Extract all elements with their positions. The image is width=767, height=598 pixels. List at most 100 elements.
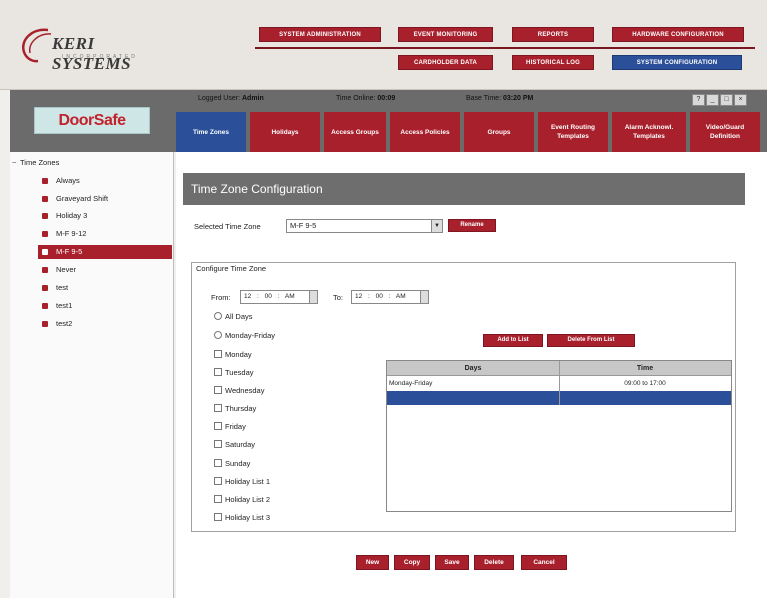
tab-event-routing-templates[interactable]: Event Routing Templates	[538, 112, 610, 152]
option-label: Monday-Friday	[225, 331, 276, 340]
new-button[interactable]: New	[356, 555, 389, 570]
time-zone-icon	[42, 303, 48, 309]
option-holiday-list-2[interactable]: Holiday List 2	[214, 494, 270, 506]
radio-button[interactable]	[214, 331, 222, 339]
option-friday[interactable]: Friday	[214, 421, 246, 433]
checkbox[interactable]	[214, 404, 222, 412]
tree-item-test[interactable]: test	[38, 281, 172, 295]
tree-item-mf-9-5[interactable]: M-F 9-5	[38, 245, 172, 259]
cell-time	[559, 391, 731, 405]
option-wednesday[interactable]: Wednesday	[214, 385, 264, 397]
tree-item-mf-9-12[interactable]: M-F 9-12	[38, 227, 172, 241]
option-holiday-list-1[interactable]: Holiday List 1	[214, 476, 270, 488]
company-logo: KERI SYSTEMS INCORPORATED	[18, 26, 168, 73]
radio-button[interactable]	[214, 312, 222, 320]
checkbox[interactable]	[214, 459, 222, 467]
tree-item-label: Always	[56, 176, 80, 185]
to-time-spinner-icon[interactable]	[420, 291, 428, 303]
option-monday-friday[interactable]: Monday-Friday	[214, 330, 275, 342]
tab-video-guard-definition[interactable]: Video/Guard Definition	[690, 112, 762, 152]
delete-from-list-button[interactable]: Delete From List	[547, 334, 635, 347]
time-zone-icon	[42, 249, 48, 255]
chevron-down-icon[interactable]: ▼	[431, 220, 442, 232]
from-time-input[interactable]: 12 : 00 : AM	[240, 290, 318, 304]
checkbox[interactable]	[214, 513, 222, 521]
tree-item-label: test	[56, 283, 69, 292]
option-all-days[interactable]: All Days	[214, 311, 253, 323]
cardholder-data-button[interactable]: CARDHOLDER DATA	[398, 55, 493, 70]
tab-time-zones[interactable]: Time Zones	[176, 112, 248, 152]
time-zone-icon	[42, 213, 48, 219]
event-monitoring-button[interactable]: EVENT MONITORING	[398, 27, 493, 42]
tab-alarm-acknowledge-templates[interactable]: Alarm Acknowl. Templates	[612, 112, 688, 152]
checkbox[interactable]	[214, 495, 222, 503]
time-zone-icon	[42, 231, 48, 237]
time-online-value: 00:09	[377, 95, 396, 102]
add-to-list-button[interactable]: Add to List	[483, 334, 543, 347]
checkbox[interactable]	[214, 422, 222, 430]
selected-time-zone-value: M-F 9-5	[290, 221, 317, 230]
option-sunday[interactable]: Sunday	[214, 458, 250, 470]
close-icon[interactable]: ×	[734, 94, 747, 106]
column-header-days[interactable]: Days	[387, 361, 559, 376]
checkbox[interactable]	[214, 477, 222, 485]
selected-time-zone-select[interactable]: M-F 9-5 ▼	[286, 219, 443, 233]
time-online-status: Time Online: 00:09	[336, 95, 395, 102]
from-time-spinner-icon[interactable]	[309, 291, 317, 303]
checkbox[interactable]	[214, 368, 222, 376]
time-online-label: Time Online:	[336, 95, 376, 102]
system-configuration-button[interactable]: SYSTEM CONFIGURATION	[612, 55, 742, 70]
checkbox[interactable]	[214, 440, 222, 448]
from-label: From:	[211, 293, 231, 302]
historical-log-button[interactable]: HISTORICAL LOG	[512, 55, 594, 70]
tab-access-groups[interactable]: Access Groups	[324, 112, 388, 152]
logged-user-label: Logged User:	[198, 95, 241, 102]
option-thursday[interactable]: Thursday	[214, 403, 256, 415]
tree-item-test2[interactable]: test2	[38, 317, 172, 331]
option-monday[interactable]: Monday	[214, 349, 252, 361]
tree-root-time-zones[interactable]: − Time Zones	[12, 158, 59, 167]
base-time-status: Base Time: 03:20 PM	[466, 95, 533, 102]
tree-item-label: M-F 9-5	[56, 247, 83, 256]
option-tuesday[interactable]: Tuesday	[214, 367, 254, 379]
cancel-button[interactable]: Cancel	[521, 555, 567, 570]
tree-item-label: M-F 9-12	[56, 229, 87, 238]
delete-button[interactable]: Delete	[474, 555, 514, 570]
tree-item-graveyard-shift[interactable]: Graveyard Shift	[38, 192, 172, 206]
tree-item-test1[interactable]: test1	[38, 299, 172, 313]
collapse-icon[interactable]: −	[12, 158, 20, 167]
hardware-configuration-button[interactable]: HARDWARE CONFIGURATION	[612, 27, 744, 42]
time-zone-list-grid: Days Time Monday-Friday 09:00 to 17:00	[386, 360, 732, 512]
tab-access-policies[interactable]: Access Policies	[390, 112, 462, 152]
logged-user-status: Logged User: Admin	[198, 95, 264, 102]
option-label: Friday	[225, 422, 246, 431]
tree-item-label: Graveyard Shift	[56, 194, 109, 203]
minimize-icon[interactable]: _	[706, 94, 719, 106]
tree-item-holiday-3[interactable]: Holiday 3	[38, 209, 172, 223]
option-label: Tuesday	[225, 368, 254, 377]
column-header-time[interactable]: Time	[559, 361, 731, 376]
checkbox[interactable]	[214, 350, 222, 358]
to-time-input[interactable]: 12 : 00 : AM	[351, 290, 429, 304]
maximize-icon[interactable]: □	[720, 94, 733, 106]
option-label: Sunday	[225, 459, 251, 468]
from-time-value: 12 : 00 : AM	[244, 293, 295, 300]
logo-tagline: INCORPORATED	[62, 54, 138, 60]
system-administration-button[interactable]: SYSTEM ADMINISTRATION	[259, 27, 381, 42]
to-label: To:	[333, 293, 344, 302]
help-icon[interactable]: ?	[692, 94, 705, 106]
tab-groups[interactable]: Groups	[464, 112, 536, 152]
rename-button[interactable]: Rename	[448, 219, 496, 232]
tab-holidays[interactable]: Holidays	[250, 112, 322, 152]
tree-item-label: Holiday 3	[56, 211, 88, 220]
tree-item-never[interactable]: Never	[38, 263, 172, 277]
tree-item-always[interactable]: Always	[38, 174, 172, 188]
option-holiday-list-3[interactable]: Holiday List 3	[214, 512, 270, 524]
option-saturday[interactable]: Saturday	[214, 439, 255, 451]
checkbox[interactable]	[214, 386, 222, 394]
option-label: Thursday	[225, 404, 257, 413]
save-button[interactable]: Save	[435, 555, 469, 570]
copy-button[interactable]: Copy	[394, 555, 430, 570]
logged-user-value: Admin	[241, 95, 264, 102]
reports-button[interactable]: REPORTS	[512, 27, 594, 42]
